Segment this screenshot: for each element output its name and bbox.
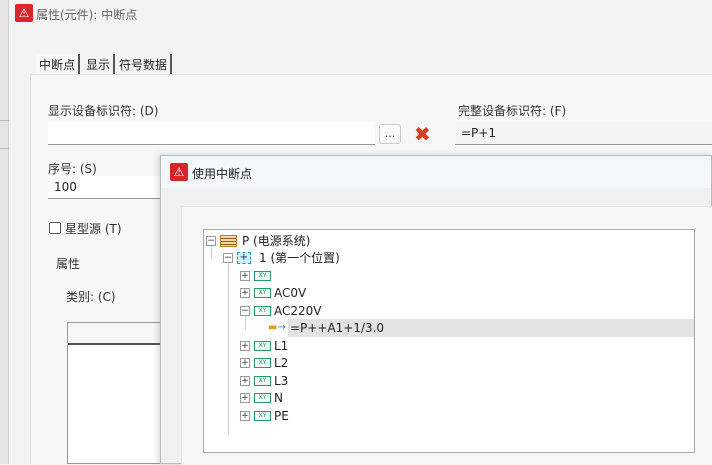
collapse-icon[interactable]: − [206, 236, 216, 246]
display-id-label: 显示设备标识符: (D) [48, 104, 159, 118]
collapse-icon[interactable]: − [223, 253, 233, 263]
expand-icon[interactable]: + [240, 376, 250, 386]
tree-view[interactable]: − P (电源系统) − + 1 (第一个位置) + XY + XY AC0V − XY… [203, 229, 695, 453]
background-window-strip [0, 0, 9, 464]
tree-item-label: L2 [274, 356, 289, 370]
tree-item-label: L1 [274, 339, 289, 353]
xy-icon: XY [254, 393, 271, 403]
window-title: 属性(元件): 中断点 [36, 8, 138, 22]
expand-icon[interactable]: + [240, 411, 250, 421]
category-table[interactable] [67, 322, 167, 464]
tree-item-label: 1 (第一个位置) [259, 251, 340, 265]
xy-icon: XY [254, 288, 271, 298]
star-source-checkbox[interactable] [49, 222, 61, 234]
expand-icon[interactable]: + [240, 358, 250, 368]
collapse-icon[interactable]: − [240, 306, 250, 316]
structure-icon [220, 235, 237, 247]
tree-item-label: PE [274, 409, 289, 423]
xy-icon: XY [254, 411, 271, 421]
tree-item[interactable]: + XY N [204, 389, 694, 407]
interruption-point-icon: ▬→ [268, 322, 286, 333]
tree-item[interactable]: + XY PE [204, 407, 694, 425]
category-label: 类别: (C) [66, 290, 116, 304]
tree-item-label: N [274, 391, 283, 405]
tree-item[interactable]: + XY AC0V [204, 284, 694, 302]
full-id-label: 完整设备标识符: (F) [458, 104, 567, 118]
dialog-title: 使用中断点 [192, 167, 253, 181]
tree-item-selected[interactable]: ▬→ =P++A1+1/3.0 [204, 319, 694, 337]
tree-item[interactable]: − P (电源系统) [204, 232, 694, 250]
expand-icon[interactable]: + [240, 393, 250, 403]
tree-item[interactable]: + XY [204, 267, 694, 285]
tree-item-label: =P++A1+1/3.0 [288, 319, 694, 337]
tree-item-label: AC0V [274, 286, 307, 300]
expand-icon[interactable]: + [240, 271, 250, 281]
divider [0, 120, 9, 121]
tree-item-label: L3 [274, 374, 289, 388]
xy-icon: XY [254, 358, 271, 368]
tree-item[interactable]: − + 1 (第一个位置) [204, 249, 694, 267]
divider [0, 148, 9, 149]
use-interruption-point-dialog: ⚠ 使用中断点 − P (电源系统) − + 1 (第一个位置) + XY + XY… [160, 155, 712, 465]
expand-icon[interactable]: + [240, 341, 250, 351]
tree-item[interactable]: − XY AC220V [204, 302, 694, 320]
xy-icon: XY [254, 271, 271, 281]
browse-button[interactable]: ... [379, 124, 401, 144]
tree-item[interactable]: + XY L2 [204, 354, 694, 372]
sequence-input[interactable]: 100 [48, 176, 163, 199]
location-icon: + [237, 252, 251, 264]
table-header [68, 323, 166, 345]
tree-item-label: AC220V [274, 304, 322, 318]
expand-icon[interactable]: + [240, 288, 250, 298]
tab-interruption-point[interactable]: 中断点 [36, 54, 81, 74]
star-source-label: 星型源 (T) [65, 222, 122, 236]
xy-icon: XY [254, 376, 271, 386]
tree-item[interactable]: + XY L3 [204, 372, 694, 390]
app-warning-logo-icon: ⚠ [15, 4, 33, 22]
sequence-label: 序号: (S) [48, 162, 97, 176]
tab-display[interactable]: 显示 [83, 54, 116, 74]
tab-symbol-data[interactable]: 符号数据 [116, 54, 173, 74]
xy-icon: XY [254, 341, 271, 351]
app-warning-logo-icon: ⚠ [170, 163, 188, 181]
tree-item-label: P (电源系统) [242, 234, 311, 248]
tree-item[interactable]: + XY L1 [204, 337, 694, 355]
display-id-input[interactable] [48, 122, 375, 145]
properties-group-label: 属性 [56, 257, 81, 271]
clear-x-icon[interactable]: ✖ [414, 122, 431, 146]
full-id-field[interactable]: =P+1 [455, 122, 712, 145]
xy-icon: XY [254, 306, 271, 316]
